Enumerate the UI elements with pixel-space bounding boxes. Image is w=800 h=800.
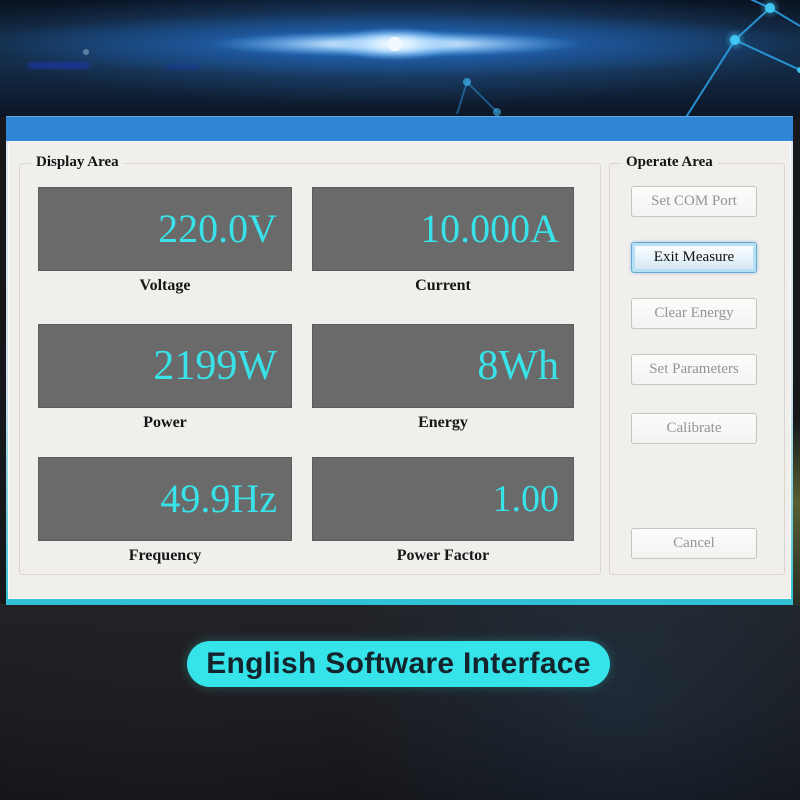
frequency-display: 49.9Hz bbox=[38, 457, 292, 541]
lens-flare-graphic bbox=[0, 0, 800, 117]
calibrate-button[interactable]: Calibrate bbox=[631, 413, 757, 444]
energy-label: Energy bbox=[312, 414, 574, 432]
display-area-title: Display Area bbox=[31, 154, 124, 171]
edge-glow bbox=[793, 420, 800, 605]
voltage-value: 220.0V bbox=[158, 209, 277, 249]
window-body: Display Area 220.0V Voltage 10.000A Curr… bbox=[8, 141, 791, 599]
voltage-display: 220.0V bbox=[38, 187, 292, 271]
app-window: Display Area 220.0V Voltage 10.000A Curr… bbox=[6, 116, 793, 605]
power-factor-value: 1.00 bbox=[493, 480, 560, 518]
voltage-label: Voltage bbox=[38, 277, 292, 295]
set-parameters-button[interactable]: Set Parameters bbox=[631, 354, 757, 385]
energy-display: 8Wh bbox=[312, 324, 574, 408]
set-com-port-button[interactable]: Set COM Port bbox=[631, 186, 757, 217]
banner-background bbox=[0, 0, 800, 117]
frequency-label: Frequency bbox=[38, 547, 292, 565]
current-display: 10.000A bbox=[312, 187, 574, 271]
window-titlebar[interactable] bbox=[6, 116, 793, 141]
power-factor-display: 1.00 bbox=[312, 457, 574, 541]
clear-energy-button[interactable]: Clear Energy bbox=[631, 298, 757, 329]
cancel-button[interactable]: Cancel bbox=[631, 528, 757, 559]
caption-text: English Software Interface bbox=[206, 647, 591, 681]
meter-power-factor: 1.00 Power Factor bbox=[312, 457, 574, 565]
energy-value: 8Wh bbox=[477, 345, 559, 387]
meter-energy: 8Wh Energy bbox=[312, 324, 574, 432]
operate-area-title: Operate Area bbox=[621, 154, 718, 171]
current-value: 10.000A bbox=[420, 209, 559, 249]
meter-power: 2199W Power bbox=[38, 324, 292, 432]
power-display: 2199W bbox=[38, 324, 292, 408]
bottom-background bbox=[0, 604, 800, 800]
caption-pill: English Software Interface bbox=[187, 641, 610, 687]
meter-voltage: 220.0V Voltage bbox=[38, 187, 292, 295]
power-factor-label: Power Factor bbox=[312, 547, 574, 565]
exit-measure-button[interactable]: Exit Measure bbox=[631, 242, 757, 273]
display-area-group: Display Area 220.0V Voltage 10.000A Curr… bbox=[19, 163, 601, 575]
meter-current: 10.000A Current bbox=[312, 187, 574, 295]
current-label: Current bbox=[312, 277, 574, 295]
operate-area-group: Operate Area Set COM Port Exit Measure C… bbox=[609, 163, 785, 575]
meter-frequency: 49.9Hz Frequency bbox=[38, 457, 292, 565]
power-label: Power bbox=[38, 414, 292, 432]
power-value: 2199W bbox=[153, 345, 277, 387]
frequency-value: 49.9Hz bbox=[160, 479, 277, 519]
